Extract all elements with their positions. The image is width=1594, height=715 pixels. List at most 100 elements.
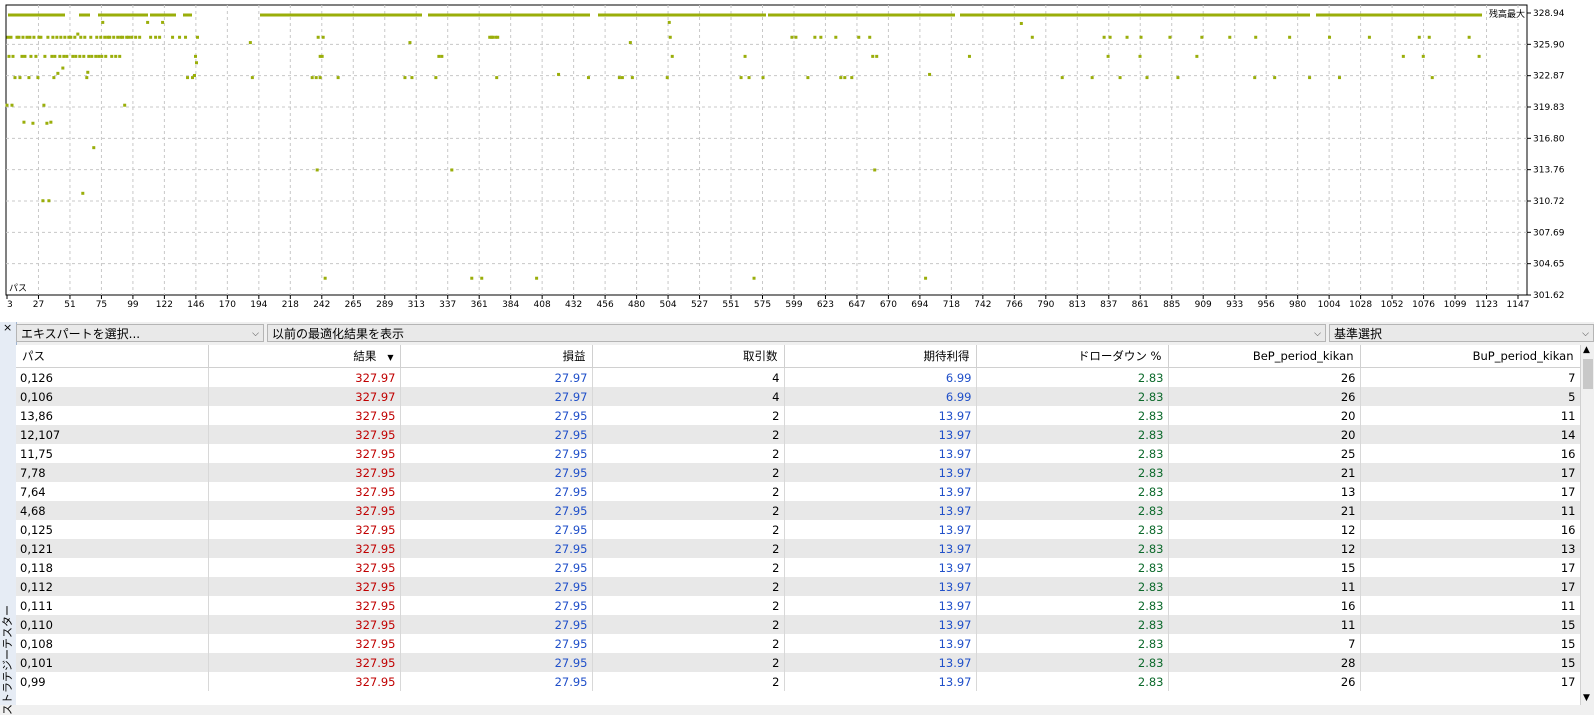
data-point: [10, 103, 14, 107]
x-tick-label: 1076: [1412, 300, 1435, 310]
x-tick-label: 623: [817, 300, 834, 310]
optimization-scatter-plot: 328.94 325.90 322.87 319.83 316.80 313.76 310.…: [5, 4, 1565, 310]
table-cell: 327.95: [208, 653, 401, 672]
data-point: [403, 76, 407, 80]
table-cell: 11: [1168, 577, 1361, 596]
data-point: [104, 54, 108, 58]
data-point: [1176, 76, 1180, 80]
data-point: [11, 54, 15, 58]
data-point: [868, 35, 872, 39]
table-cell: 0,125: [16, 520, 209, 539]
scroll-down-icon[interactable]: ▼: [1583, 693, 1590, 703]
x-tick-label: 694: [911, 300, 928, 310]
table-row[interactable]: 0,106 327.97 27.97 4 6.99 2.83 26 5: [16, 387, 1580, 406]
data-point: [1308, 76, 1312, 80]
table-cell: 7: [1360, 367, 1580, 387]
data-point: [747, 76, 751, 80]
data-point: [123, 103, 127, 107]
table-row[interactable]: 0,126 327.97 27.97 4 6.99 2.83 26 7: [16, 367, 1580, 387]
table-row[interactable]: 12,107 327.95 27.95 2 13.97 2.83 20 14: [16, 425, 1580, 444]
x-tick-label: 742: [974, 300, 991, 310]
table-row[interactable]: 0,101 327.95 27.95 2 13.97 2.83 28 15: [16, 653, 1580, 672]
data-point: [1401, 54, 1405, 58]
table-cell: 13.97: [784, 425, 977, 444]
data-point: [834, 35, 838, 39]
x-tick-label: 27: [33, 300, 44, 310]
table-cell: 27.95: [400, 596, 593, 615]
table-cell: 2: [592, 596, 785, 615]
table-cell: 0,112: [16, 577, 209, 596]
table-row[interactable]: 11,75 327.95 27.95 2 13.97 2.83 25 16: [16, 444, 1580, 463]
table-cell: 15: [1360, 634, 1580, 653]
expert-select[interactable]: エキスパートを選択... ⌵: [16, 324, 264, 342]
data-point: [121, 35, 125, 39]
data-point: [50, 54, 54, 58]
table-row[interactable]: 0,111 327.95 27.95 2 13.97 2.83 16 11: [16, 596, 1580, 615]
column-header-trades[interactable]: 取引数: [592, 345, 785, 368]
column-header-bep-period[interactable]: BeP_period_kikan: [1168, 345, 1361, 368]
criteria-select[interactable]: 基準選択 ⌵: [1329, 324, 1594, 342]
table-row[interactable]: 7,78 327.95 27.95 2 13.97 2.83 21 17: [16, 463, 1580, 482]
optimization-chart[interactable]: 328.94 325.90 322.87 319.83 316.80 313.76 310.…: [0, 0, 1594, 322]
scroll-thumb[interactable]: [1583, 359, 1593, 389]
data-point: [1138, 54, 1142, 58]
x-tick-label: 1147: [1507, 300, 1530, 310]
data-point: [480, 276, 484, 280]
table-cell: 327.95: [208, 501, 401, 520]
x-tick-label: 718: [943, 300, 960, 310]
table-row[interactable]: 0,108 327.95 27.95 2 13.97 2.83 7 15: [16, 634, 1580, 653]
data-point: [495, 76, 499, 80]
table-cell: 0,106: [16, 387, 209, 406]
data-point: [248, 41, 252, 45]
table-cell: 2.83: [976, 463, 1169, 482]
table-cell: 2.83: [976, 367, 1169, 387]
data-point: [25, 35, 29, 39]
x-tick-label: 933: [1226, 300, 1243, 310]
table-cell: 27.95: [400, 463, 593, 482]
data-point: [850, 76, 854, 80]
table-cell: 327.95: [208, 444, 401, 463]
data-point: [138, 35, 142, 39]
table-cell: 2.83: [976, 501, 1169, 520]
data-band: [260, 13, 422, 17]
data-point: [195, 35, 199, 39]
table-row[interactable]: 7,64 327.95 27.95 2 13.97 2.83 13 17: [16, 482, 1580, 501]
data-point: [1108, 35, 1112, 39]
data-point: [194, 54, 198, 58]
table-cell: 327.97: [208, 367, 401, 387]
data-point: [55, 35, 59, 39]
column-header-bup-period[interactable]: BuP_period_kikan: [1360, 345, 1580, 368]
data-point: [31, 121, 35, 125]
data-point: [1477, 54, 1481, 58]
scroll-up-icon[interactable]: ▲: [1583, 345, 1590, 355]
previous-results-select[interactable]: 以前の最適化結果を表示 ⌵: [267, 324, 1326, 342]
column-header-expected-payoff[interactable]: 期待利得: [784, 345, 977, 368]
column-header-profit[interactable]: 損益: [400, 345, 593, 368]
data-point: [95, 35, 99, 39]
column-header-pass[interactable]: パス: [16, 345, 209, 368]
data-point: [839, 76, 843, 80]
data-point: [924, 276, 928, 280]
table-row[interactable]: 0,110 327.95 27.95 2 13.97 2.83 11 15: [16, 615, 1580, 634]
table-scrollbar[interactable]: ▲ ▼: [1580, 345, 1594, 705]
table-row[interactable]: 4,68 327.95 27.95 2 13.97 2.83 21 11: [16, 501, 1580, 520]
table-row[interactable]: 0,121 327.95 27.95 2 13.97 2.83 12 13: [16, 539, 1580, 558]
data-point: [7, 54, 11, 58]
column-header-result[interactable]: 結果 ▼: [208, 345, 401, 368]
table-row[interactable]: 0,125 327.95 27.95 2 13.97 2.83 12 16: [16, 520, 1580, 539]
y-tick-label: 328.94: [1533, 9, 1565, 19]
table-row[interactable]: 0,118 327.95 27.95 2 13.97 2.83 15 17: [16, 558, 1580, 577]
table-row[interactable]: 0,112 327.95 27.95 2 13.97 2.83 11 17: [16, 577, 1580, 596]
table-row[interactable]: 0,99 327.95 27.95 2 13.97 2.83 26 17: [16, 672, 1580, 691]
close-icon[interactable]: ×: [3, 322, 12, 334]
sidebar-title: ストラテジーテスター: [1, 605, 14, 715]
data-point: [130, 35, 134, 39]
column-header-drawdown[interactable]: ドローダウン %: [976, 345, 1169, 368]
data-point: [761, 76, 765, 80]
table-row[interactable]: 13,86 327.95 27.95 2 13.97 2.83 20 11: [16, 406, 1580, 425]
table-cell: 20: [1168, 425, 1361, 444]
table-cell: 2: [592, 406, 785, 425]
expert-select-value: エキスパートを選択...: [21, 327, 141, 341]
table-cell: 0,108: [16, 634, 209, 653]
data-point: [1228, 35, 1232, 39]
